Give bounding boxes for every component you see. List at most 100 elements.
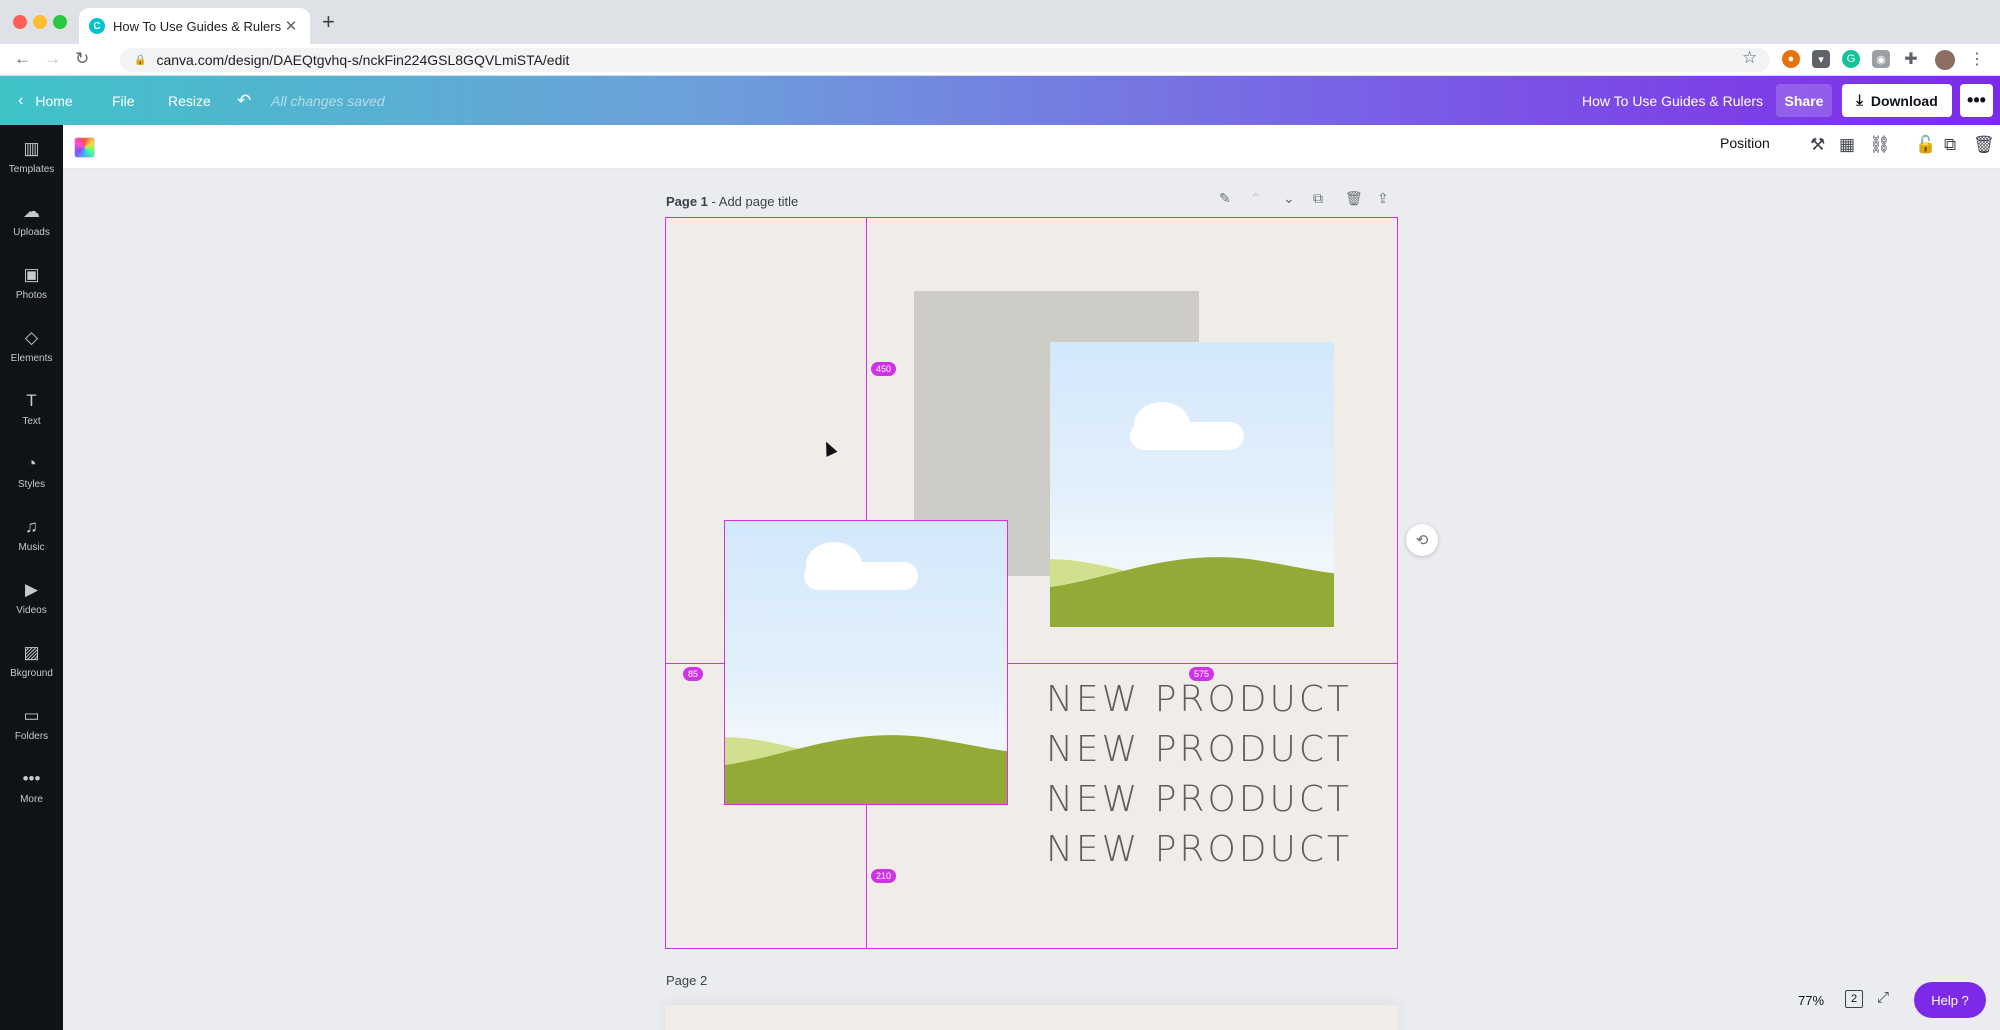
color-picker-swatch[interactable] [74,137,95,158]
page-1-label: Page 1 - Add page title [666,194,798,209]
download-button[interactable]: ⤓ Download [1842,84,1952,117]
sidebar-item-music[interactable]: ♫ Music [0,503,63,566]
sidebar-item-label: Photos [15,289,48,301]
download-icon: ⤓ [1856,92,1863,109]
close-tab-icon[interactable]: ✕ [282,17,300,35]
delete-page-icon[interactable]: 🗑 [1345,190,1363,207]
selection-border [724,520,1008,805]
extensions-puzzle-icon[interactable]: ✚ [1902,50,1920,68]
reload-icon[interactable]: ↻ [75,49,89,69]
design-title[interactable]: How To Use Guides & Rulers [1582,76,1763,125]
download-label: Download [1870,92,1938,109]
pocket-icon[interactable]: ▾ [1812,50,1830,68]
page-number: Page 2 [666,973,708,988]
landscape-image-right[interactable] [1050,342,1334,627]
trash-icon[interactable]: 🗑 [1973,135,1995,155]
sidebar-item-label: Text [22,415,41,427]
cloud-graphic [1130,422,1244,450]
duplicate-page-icon[interactable]: ⧉ [1313,190,1323,207]
paint-roller-icon[interactable]: ⚒ [1810,135,1825,155]
elements-icon: ◇ [24,327,39,347]
sidebar-item-label: Bkground [10,667,53,679]
photos-icon: ▣ [23,264,40,284]
position-button[interactable]: Position [1720,135,1770,151]
zoom-level[interactable]: 77% [1798,993,1824,1008]
canva-favicon-icon: C [89,18,105,34]
page-2-label: Page 2 [666,973,707,988]
sidebar-item-templates[interactable]: ▥ Templates [0,125,63,188]
lock-element-icon[interactable]: 🔓 [1915,135,1936,155]
save-status: All changes saved [271,76,385,125]
url-text: canva.com/design/DAEQtgvhq-s/nckFin224GS… [156,52,570,68]
fullscreen-icon[interactable]: ⤢ [1877,989,1889,1006]
new-tab-icon[interactable]: + [322,9,335,35]
vertical-guide[interactable] [866,217,867,520]
browser-menu-icon[interactable]: ⋮ [1968,50,1986,68]
sidebar-item-folders[interactable]: ▭ Folders [0,692,63,755]
page-count-button[interactable]: 2 [1845,990,1863,1008]
forward-icon[interactable]: → [44,49,61,69]
lock-icon: 🔒 [134,54,147,66]
context-toolbar: Position ⚒ ▦ ⛓ 🔓 ⧉ 🗑 [63,125,2000,169]
uploads-icon: ☁ [23,201,40,221]
add-page-title[interactable]: Add page title [719,194,799,209]
move-page-down-icon[interactable]: ⌄ [1283,190,1295,207]
grammarly-icon[interactable]: G [1842,50,1860,68]
page-title-separator: - [711,194,719,209]
sidebar-item-styles[interactable]: ◔ Styles [0,440,63,503]
camera-icon[interactable]: ◉ [1872,50,1890,68]
styles-icon: ◔ [26,453,37,473]
new-product-text[interactable]: NEW PRODUCT NEW PRODUCT NEW PRODUCT NEW … [1046,675,1352,875]
minimize-window-button[interactable] [33,15,47,29]
back-icon[interactable]: ← [14,49,31,69]
page-notes-icon[interactable]: ✎ [1219,190,1231,207]
link-icon[interactable]: ⛓ [1869,135,1891,155]
templates-icon: ▥ [23,138,40,158]
add-page-icon[interactable]: ⇪ [1377,190,1389,207]
horizontal-guide[interactable] [1008,663,1398,664]
distance-label-left: 85 [683,667,704,681]
transparency-icon[interactable]: ▦ [1839,135,1855,155]
bookmark-star-icon[interactable]: ☆ [1742,48,1757,68]
file-menu-button[interactable]: File [112,76,135,125]
vertical-guide[interactable] [866,805,867,949]
browser-tab[interactable]: C How To Use Guides & Rulers - ✕ [79,8,310,44]
resize-button[interactable]: Resize [168,76,211,125]
duplicate-icon[interactable]: ⧉ [1944,135,1956,155]
profile-avatar[interactable] [1935,50,1955,70]
sidebar-item-background[interactable]: ▨ Bkground [0,629,63,692]
url-field[interactable]: 🔒 canva.com/design/DAEQtgvhq-s/nckFin224… [120,48,1770,72]
folders-icon: ▭ [23,705,40,725]
chevron-left-icon: ‹ [18,91,24,109]
home-button[interactable]: ‹ Home [18,76,73,125]
sidebar-item-photos[interactable]: ▣ Photos [0,251,63,314]
help-button[interactable]: Help ? [1914,982,1986,1018]
maximize-window-button[interactable] [53,15,67,29]
design-page-2[interactable] [665,1005,1398,1030]
distance-label-bottom: 210 [871,869,897,883]
undo-icon[interactable]: ↶ [237,76,251,125]
distance-label-top: 450 [871,362,897,376]
extension-icon[interactable]: ● [1782,50,1800,68]
text-line: NEW PRODUCT [1046,679,1352,720]
close-window-button[interactable] [13,15,27,29]
sidebar-item-elements[interactable]: ◇ Elements [0,314,63,377]
more-icon: ••• [22,768,41,788]
save-status-text: All changes saved [271,92,385,109]
sidebar-item-uploads[interactable]: ☁ Uploads [0,188,63,251]
sidebar-item-label: More [20,793,43,805]
sidebar-item-label: Uploads [13,226,50,238]
share-button[interactable]: Share [1776,84,1832,117]
home-label: Home [35,92,73,109]
text-icon: T [26,390,37,410]
music-icon: ♫ [25,516,38,536]
horizontal-guide[interactable] [665,663,724,664]
sidebar-item-label: Styles [17,478,46,490]
sidebar-item-label: Folders [14,730,49,742]
sidebar-item-videos[interactable]: ▶ Videos [0,566,63,629]
move-page-up-icon[interactable]: ⌃ [1250,190,1262,207]
refresh-rotate-icon[interactable]: ⟲ [1406,524,1438,556]
sidebar-item-text[interactable]: T Text [0,377,63,440]
sidebar-item-more[interactable]: ••• More [0,755,63,818]
more-options-button[interactable]: ••• [1960,84,1993,117]
